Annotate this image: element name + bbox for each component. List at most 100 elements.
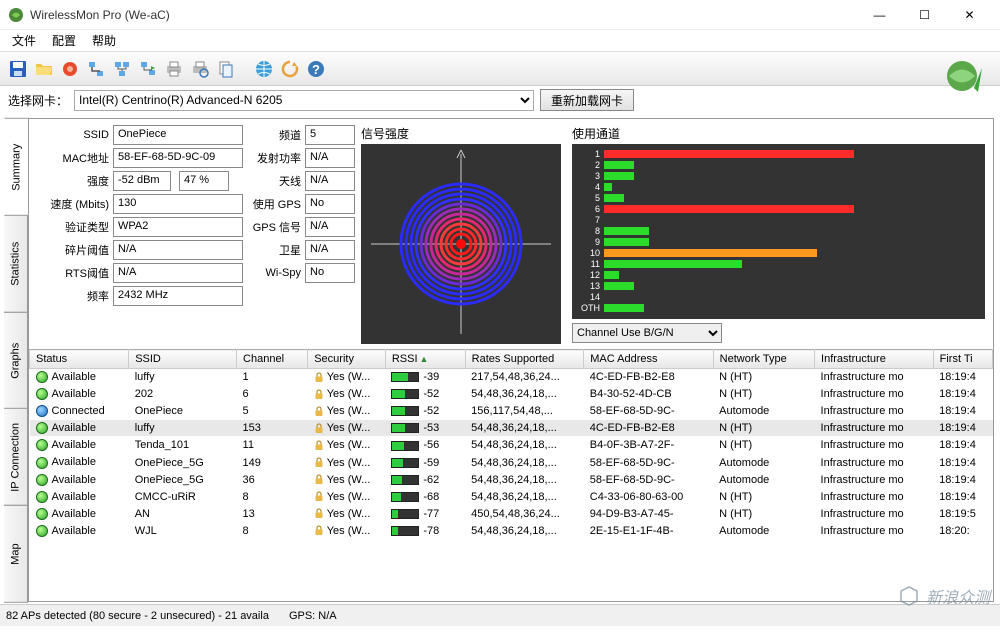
copy-icon[interactable] bbox=[214, 57, 238, 81]
channel-label: 9 bbox=[576, 237, 600, 247]
col-header[interactable]: SSID bbox=[129, 350, 237, 369]
table-row[interactable]: AvailableOnePiece_5G36Yes (W...-6254,48,… bbox=[30, 471, 993, 488]
status-led-icon bbox=[36, 388, 48, 400]
print-icon[interactable] bbox=[162, 57, 186, 81]
channel-bar-row: 11 bbox=[576, 258, 981, 269]
lock-icon bbox=[314, 440, 324, 451]
info-columns: SSIDOnePiece MAC地址58-EF-68-5D-9C-09 强度-5… bbox=[37, 125, 355, 343]
tab-summary[interactable]: Summary bbox=[4, 118, 29, 216]
network-1-icon[interactable] bbox=[84, 57, 108, 81]
table-row[interactable]: ConnectedOnePiece5Yes (W...-52156,117,54… bbox=[30, 403, 993, 420]
lock-icon bbox=[314, 457, 324, 468]
top-section: SSIDOnePiece MAC地址58-EF-68-5D-9C-09 强度-5… bbox=[29, 119, 993, 349]
open-folder-icon[interactable] bbox=[32, 57, 56, 81]
col-header[interactable]: Network Type bbox=[713, 350, 814, 369]
col-header[interactable]: Status bbox=[30, 350, 129, 369]
rts-value: N/A bbox=[113, 263, 243, 283]
channel-bar-row: 4 bbox=[576, 181, 981, 192]
menu-file[interactable]: 文件 bbox=[4, 30, 44, 51]
channel-label: 10 bbox=[576, 248, 600, 258]
status-led-icon bbox=[36, 508, 48, 520]
network-2-icon[interactable] bbox=[110, 57, 134, 81]
summary-panel: SSIDOnePiece MAC地址58-EF-68-5D-9C-09 强度-5… bbox=[28, 118, 994, 602]
tab-map[interactable]: Map bbox=[4, 505, 28, 603]
channel-bar-row: OTH bbox=[576, 302, 981, 313]
channel-bar bbox=[604, 238, 649, 246]
auth-label: 验证类型 bbox=[37, 219, 109, 235]
status-led-icon bbox=[36, 405, 48, 417]
channel-label: 4 bbox=[576, 182, 600, 192]
record-icon[interactable] bbox=[58, 57, 82, 81]
table-row[interactable]: Availableluffy153Yes (W...-5354,48,36,24… bbox=[30, 420, 993, 437]
col-header[interactable]: Rates Supported bbox=[465, 350, 584, 369]
col-header[interactable]: RSSI▲ bbox=[385, 350, 465, 369]
table-row[interactable]: AvailableWJL8Yes (W...-7854,48,36,24,18,… bbox=[30, 522, 993, 539]
network-run-icon[interactable] bbox=[136, 57, 160, 81]
col-header[interactable]: MAC Address bbox=[584, 350, 713, 369]
web-icon[interactable] bbox=[252, 57, 276, 81]
status-led-icon bbox=[36, 525, 48, 537]
channel-use-box: 使用通道 1234567891011121314OTH Channel Use … bbox=[572, 125, 985, 343]
channel-bar bbox=[604, 205, 854, 213]
save-icon[interactable] bbox=[6, 57, 30, 81]
table-row[interactable]: AvailableTenda_10111Yes (W...-5654,48,36… bbox=[30, 437, 993, 454]
freq-label: 频率 bbox=[37, 288, 109, 304]
channel-label: 7 bbox=[576, 215, 600, 225]
strength-dbm-value: -52 dBm bbox=[113, 171, 171, 191]
nic-selector-row: 选择网卡： Intel(R) Centrino(R) Advanced-N 62… bbox=[0, 86, 1000, 114]
table-row[interactable]: Available2026Yes (W...-5254,48,36,24,18,… bbox=[30, 386, 993, 403]
table-row[interactable]: AvailableOnePiece_5G149Yes (W...-5954,48… bbox=[30, 454, 993, 471]
col-header[interactable]: Infrastructure bbox=[815, 350, 934, 369]
rssi-bar bbox=[391, 492, 419, 502]
rssi-bar bbox=[391, 372, 419, 382]
tab-ip-connection[interactable]: IP Connection bbox=[4, 408, 28, 506]
rts-label: RTS阈值 bbox=[37, 265, 109, 281]
ssid-value: OnePiece bbox=[113, 125, 243, 145]
col-header[interactable]: Security bbox=[308, 350, 386, 369]
help-icon[interactable]: ? bbox=[304, 57, 328, 81]
table-row[interactable]: AvailableAN13Yes (W...-77450,54,48,36,24… bbox=[30, 505, 993, 522]
lock-icon bbox=[314, 474, 324, 485]
rssi-bar bbox=[391, 475, 419, 485]
col-header[interactable]: First Ti bbox=[933, 350, 992, 369]
channel-label: 13 bbox=[576, 281, 600, 291]
side-tabs: Summary Statistics Graphs IP Connection … bbox=[4, 118, 28, 602]
status-led-icon bbox=[36, 474, 48, 486]
nic-label: 选择网卡： bbox=[8, 92, 68, 109]
maximize-button[interactable]: ☐ bbox=[902, 0, 947, 30]
channel-label: 3 bbox=[576, 171, 600, 181]
channel-bar-row: 14 bbox=[576, 291, 981, 302]
channel-bar bbox=[604, 161, 634, 169]
minimize-button[interactable]: — bbox=[857, 0, 902, 30]
channel-label: 频道 bbox=[247, 127, 301, 143]
auth-value: WPA2 bbox=[113, 217, 243, 237]
channel-label: 8 bbox=[576, 226, 600, 236]
wispy-label: Wi-Spy bbox=[247, 267, 301, 279]
table-row[interactable]: Availableluffy1Yes (W...-39217,54,48,36,… bbox=[30, 369, 993, 386]
lock-icon bbox=[314, 491, 324, 502]
close-button[interactable]: ✕ bbox=[947, 0, 992, 30]
print-preview-icon[interactable] bbox=[188, 57, 212, 81]
channel-bar-row: 12 bbox=[576, 269, 981, 280]
refresh-icon[interactable] bbox=[278, 57, 302, 81]
channel-mode-select[interactable]: Channel Use B/G/N bbox=[572, 323, 722, 343]
tab-statistics[interactable]: Statistics bbox=[4, 215, 28, 313]
tab-graphs[interactable]: Graphs bbox=[4, 312, 28, 410]
col-header[interactable]: Channel bbox=[237, 350, 308, 369]
menu-config[interactable]: 配置 bbox=[44, 30, 84, 51]
mac-label: MAC地址 bbox=[37, 150, 109, 166]
network-table[interactable]: StatusSSIDChannelSecurityRSSI▲Rates Supp… bbox=[29, 349, 993, 540]
menu-help[interactable]: 帮助 bbox=[84, 30, 124, 51]
menubar: 文件 配置 帮助 bbox=[0, 30, 1000, 52]
speed-value: 130 bbox=[113, 194, 243, 214]
frag-value: N/A bbox=[113, 240, 243, 260]
signal-title: 信号强度 bbox=[361, 125, 566, 142]
status-led-icon bbox=[36, 371, 48, 383]
gps-sig-value: N/A bbox=[305, 217, 355, 237]
speed-label: 速度 (Mbits) bbox=[37, 196, 109, 212]
nic-select[interactable]: Intel(R) Centrino(R) Advanced-N 6205 bbox=[74, 90, 534, 111]
channel-label: 1 bbox=[576, 149, 600, 159]
reload-nic-button[interactable]: 重新加载网卡 bbox=[540, 89, 634, 111]
horizontal-scrollbar[interactable] bbox=[29, 561, 993, 578]
table-row[interactable]: AvailableCMCC-uRiR8Yes (W...-6854,48,36,… bbox=[30, 488, 993, 505]
